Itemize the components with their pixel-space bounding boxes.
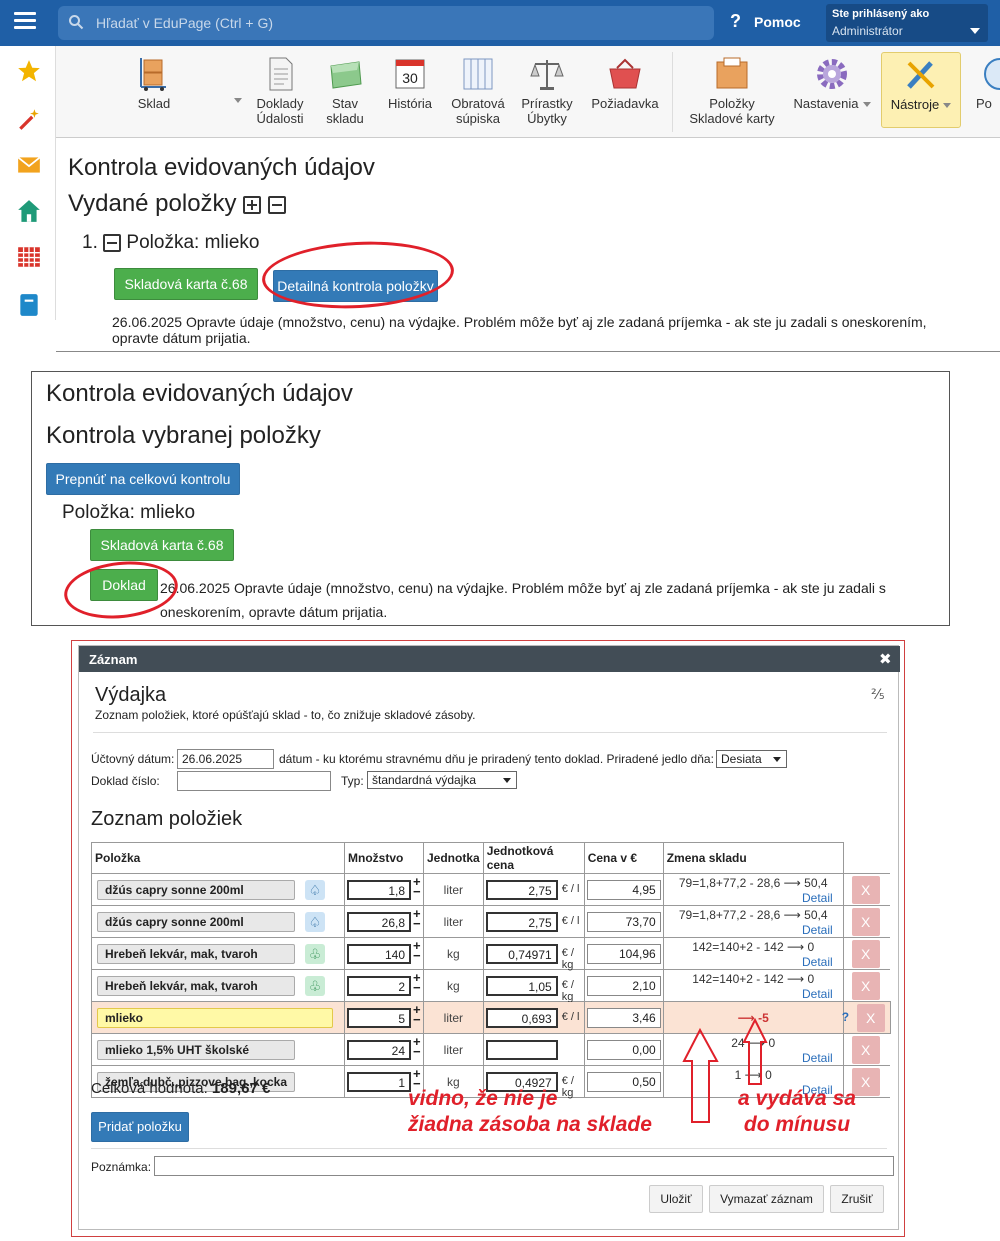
annotation-overlay: [682, 1017, 768, 1123]
arrow-up-right: [742, 1017, 768, 1085]
arrow-up-left: [682, 1027, 719, 1123]
annotation-no-stock: vidno, že nie je žiadna zásoba na sklade: [408, 1087, 652, 1136]
annotation-negative-stock: a vydáva sa do mínusu: [738, 1087, 856, 1136]
